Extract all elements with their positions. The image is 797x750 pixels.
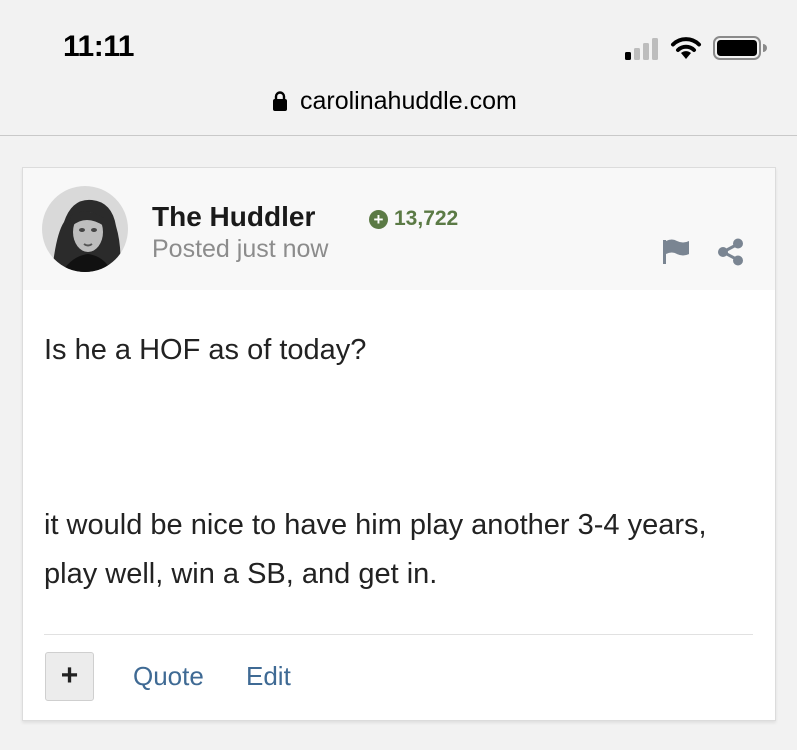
status-time: 11:11 <box>63 30 134 63</box>
posted-time[interactable]: Posted just now <box>152 235 329 264</box>
flag-icon[interactable] <box>662 238 690 264</box>
quote-link[interactable]: Quote <box>133 661 204 692</box>
forum-post: The Huddler + 13,722 Posted just now Is … <box>22 167 776 721</box>
signal-icon <box>625 38 658 60</box>
lock-icon <box>273 91 287 111</box>
edit-link[interactable]: Edit <box>246 661 291 692</box>
avatar[interactable] <box>42 186 128 272</box>
reputation-count: 13,722 <box>394 207 459 230</box>
divider <box>44 634 753 635</box>
status-bar: 11:11 <box>0 0 797 85</box>
post-paragraph: it would be nice to have him play anothe… <box>44 509 707 590</box>
reputation-badge[interactable]: + 13,722 <box>369 207 458 231</box>
battery-icon <box>713 36 767 60</box>
reputation-plus-icon: + <box>369 209 388 229</box>
post-paragraph: Is he a HOF as of today? <box>44 334 367 366</box>
wifi-icon <box>671 37 701 59</box>
add-reaction-button[interactable]: + <box>45 652 94 701</box>
author-name[interactable]: The Huddler <box>152 201 315 233</box>
post-header: The Huddler + 13,722 Posted just now <box>23 168 775 290</box>
share-icon[interactable] <box>717 238 745 266</box>
url-text[interactable]: carolinahuddle.com <box>300 87 517 116</box>
address-bar[interactable]: carolinahuddle.com <box>0 85 797 136</box>
